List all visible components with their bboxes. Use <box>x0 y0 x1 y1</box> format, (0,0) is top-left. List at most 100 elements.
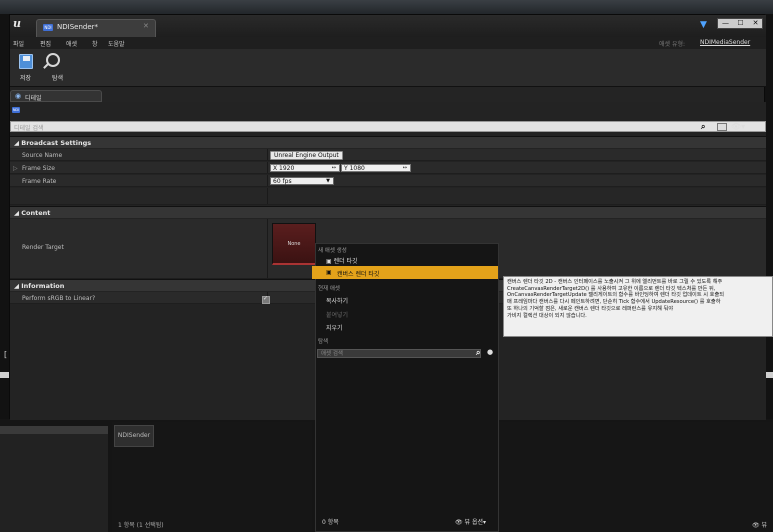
menu-window[interactable]: 창 <box>92 39 98 48</box>
asset-count: 1 항목 (1 선택됨) <box>118 522 164 529</box>
popup-view-options-button[interactable]: 👁 뷰 옵션▾ <box>455 517 486 526</box>
menu-asset[interactable]: 애셋 <box>66 39 77 48</box>
browse-icon-handle <box>43 63 49 69</box>
prop-label-render-target: Render Target <box>22 244 64 251</box>
save-button-label[interactable]: 저장 <box>20 73 31 82</box>
details-tab-label: 디테일 <box>25 95 42 102</box>
frame-rate-dropdown[interactable]: 60 fps ▼ <box>270 177 334 185</box>
tooltip-line: 매 프레임마다 캔버스를 다시 페인트하려면, 단순히 Tick 함수에서 Up… <box>507 299 721 306</box>
popup-asset-search-input[interactable]: 애셋 검색 <box>317 349 481 358</box>
search-icon: ⌕ <box>701 122 706 131</box>
document-tab[interactable]: NDI NDISender* ✕ <box>36 19 156 37</box>
popup-item-clear[interactable]: 지우기 <box>326 323 343 332</box>
asset-tile-ndisender[interactable]: NDISender <box>114 425 154 447</box>
minimize-button[interactable]: — <box>718 19 733 28</box>
popup-section-current-asset: 현재 애셋 <box>318 286 340 292</box>
browse-button-label[interactable]: 탐색 <box>52 73 63 82</box>
view-options-button[interactable]: 👁 뷰 <box>752 520 767 529</box>
popup-section-browse: 탐색 <box>318 339 329 345</box>
eye-icon: 👁 <box>752 522 760 529</box>
background-viewport-strip <box>0 0 773 14</box>
close-window-button[interactable]: ✕ <box>748 19 763 28</box>
details-search-placeholder: 디테일 검색 <box>14 125 44 132</box>
prop-row-source-name: Source Name Unreal Engine Output <box>10 149 766 161</box>
property-matrix-icon[interactable] <box>717 123 727 131</box>
column-divider <box>267 219 268 278</box>
category-broadcast-text: Broadcast Settings <box>21 139 92 147</box>
eye-icon: 👁 <box>455 519 463 526</box>
popup-item-canvas-render-target-label: 캔버스 렌더 타깃 <box>337 271 380 278</box>
expand-arrow-icon[interactable]: ▷ <box>13 165 18 172</box>
left-bracket: [ <box>4 350 8 359</box>
popup-item-render-target-label: 렌더 타깃 <box>333 258 358 265</box>
category-content[interactable]: ◢ Content <box>10 206 766 218</box>
menu-file[interactable]: 파일 <box>13 39 24 48</box>
right-band <box>765 372 773 378</box>
category-broadcast-label: ◢ Broadcast Settings <box>14 139 92 147</box>
ndi-asset-icon: NDI <box>43 24 53 31</box>
frame-size-x-input[interactable]: X 1920 ↔ <box>270 164 340 172</box>
frame-rate-value: 60 fps <box>273 178 292 185</box>
left-band <box>0 372 9 378</box>
column-divider <box>267 149 268 160</box>
content-browser-sources <box>0 426 108 532</box>
tooltip-line: 또 하나의 기억할 점은, 새로운 캔버스 렌더 타깃으로 레퍼런스를 유지해 … <box>507 305 674 312</box>
view-options-eye-icon[interactable]: 👁▾ <box>731 122 745 131</box>
title-bar: u NDI NDISender* ✕ ▼ — ☐ ✕ <box>10 15 766 37</box>
category-content-text: Content <box>21 209 51 217</box>
category-information-label: ◢ Information <box>14 282 65 290</box>
asset-type-link[interactable]: NDIMediaSender <box>700 39 750 46</box>
search-icon: ⌕ <box>476 348 481 357</box>
popup-item-copy[interactable]: 복사하기 <box>326 296 348 305</box>
close-tab-icon[interactable]: ✕ <box>143 22 149 30</box>
save-icon[interactable] <box>19 54 33 69</box>
user-filter-icon[interactable]: ● <box>487 348 493 356</box>
menu-edit[interactable]: 편집 <box>40 39 51 48</box>
popup-item-canvas-render-target[interactable]: ▣ 캔버스 렌더 타깃 <box>312 266 498 279</box>
toolbar: 저장 탐색 <box>10 49 766 87</box>
prop-label-frame-size: Frame Size <box>22 165 55 172</box>
popup-item-count: 0 항목 <box>322 519 339 526</box>
content-browser-sources-header <box>0 426 108 434</box>
menu-help[interactable]: 도움말 <box>108 39 125 48</box>
chevron-down-icon: ▼ <box>326 178 330 184</box>
prop-label-frame-rate: Frame Rate <box>22 178 57 185</box>
y-axis-label: Y <box>344 165 348 172</box>
prop-row-frame-size: ▷ Frame Size X 1920 ↔ Y 1080 ↔ <box>10 162 766 174</box>
x-axis-label: X <box>273 165 278 172</box>
popup-item-render-target[interactable]: ▣ 렌더 타깃 <box>326 256 358 265</box>
content-browser-right <box>498 422 773 532</box>
asset-picker-popup: 새 애셋 생성 ▣ 렌더 타깃 현재 애셋 복사하기 붙여넣기 지우기 탐색 <box>315 243 499 532</box>
popup-section-new-asset: 새 애셋 생성 <box>318 248 347 254</box>
document-tab-title: NDISender* <box>57 23 99 31</box>
source-name-button[interactable]: Unreal Engine Output <box>270 151 343 160</box>
category-information-text: Information <box>21 282 65 290</box>
category-content-label: ◢ Content <box>14 209 51 217</box>
frame-size-y-input[interactable]: Y 1080 ↔ <box>341 164 411 172</box>
download-notification-icon[interactable]: ▼ <box>700 20 712 32</box>
popup-item-paste[interactable]: 붙여넣기 <box>326 310 348 319</box>
window-controls: — ☐ ✕ <box>717 18 763 29</box>
asset-type-label: 애셋 유형: <box>659 41 686 48</box>
canvas-render-target-tooltip: 캔버스 렌더 타깃 2D - 캔버스 인터페이스를 노출시켜 그 위에 엘리먼트… <box>503 276 773 337</box>
column-divider <box>267 175 268 186</box>
prop-row-frame-rate: Frame Rate 60 fps ▼ <box>10 175 766 187</box>
drag-arrows-icon: ↔ <box>331 165 336 171</box>
maximize-button[interactable]: ☐ <box>733 19 748 28</box>
drag-arrows-icon: ↔ <box>402 165 407 171</box>
popup-view-options-label: 뷰 옵션 <box>464 519 484 526</box>
srgb-checkbox[interactable]: ✓ <box>262 295 270 304</box>
prop-label-source-name: Source Name <box>22 152 63 159</box>
canvas-render-target-icon: ▣ <box>326 269 332 276</box>
unreal-logo-icon: u <box>13 17 21 30</box>
render-target-icon: ▣ <box>326 258 332 265</box>
background-right-edge <box>765 14 773 419</box>
category-broadcast-settings[interactable]: ◢ Broadcast Settings <box>10 136 766 148</box>
details-icon: ◉ <box>15 92 22 100</box>
details-tab[interactable]: ◉ 디테일 <box>10 90 102 102</box>
render-target-thumbnail[interactable]: None <box>272 223 316 265</box>
prop-row-spacer <box>10 188 766 205</box>
column-divider <box>267 162 268 173</box>
details-search-input[interactable]: 디테일 검색 ⌕ 👁▾ <box>10 121 766 132</box>
menu-bar: 파일 편집 애셋 창 도움말 애셋 유형: NDIMediaSender <box>10 37 766 49</box>
